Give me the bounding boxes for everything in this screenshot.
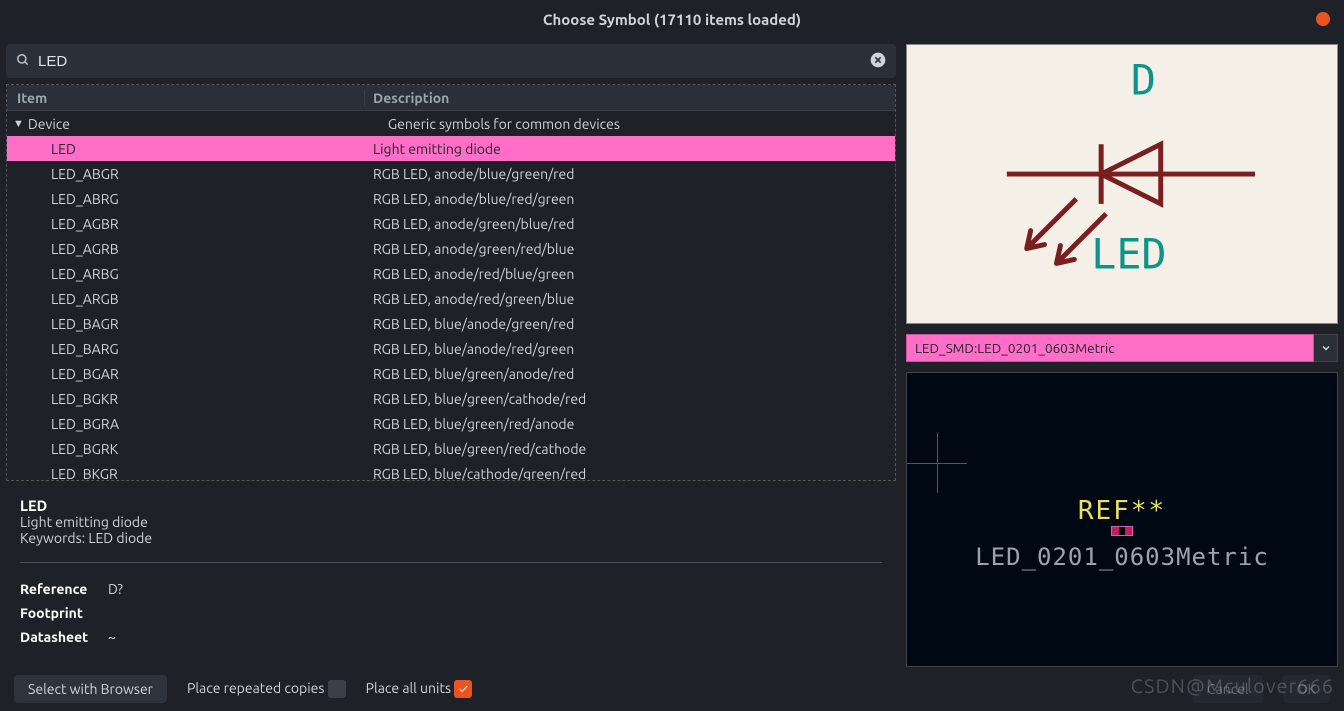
cancel-button[interactable]: Cancel: [1193, 675, 1263, 703]
item-desc: Light emitting diode: [365, 141, 895, 157]
list-item[interactable]: LED_BGRKRGB LED, blue/green/red/cathode: [7, 436, 895, 461]
category-desc: Generic symbols for common devices: [380, 116, 895, 132]
list-item[interactable]: LED_BGKRRGB LED, blue/green/cathode/red: [7, 386, 895, 411]
window-title: Choose Symbol (17110 items loaded): [543, 11, 801, 28]
item-desc: RGB LED, anode/green/blue/red: [365, 216, 895, 232]
expand-icon[interactable]: ▼: [13, 118, 24, 130]
details-panel: LED Light emitting diode Keywords: LED d…: [6, 487, 896, 667]
search-box[interactable]: [6, 44, 896, 78]
list-item[interactable]: LED_BKGRRGB LED, blue/cathode/green/red: [7, 461, 895, 480]
item-name: LED_BGKR: [7, 391, 365, 407]
column-description[interactable]: Description: [365, 90, 895, 106]
detail-subtitle: Light emitting diode: [20, 514, 882, 530]
item-desc: RGB LED, anode/green/red/blue: [365, 241, 895, 257]
reference-value: D?: [108, 581, 123, 597]
item-name: LED_BARG: [7, 341, 365, 357]
datasheet-value: ~: [108, 629, 116, 645]
list-item[interactable]: LED_ARGBRGB LED, anode/red/green/blue: [7, 286, 895, 311]
list-item[interactable]: LED_ABRGRGB LED, anode/blue/red/green: [7, 186, 895, 211]
list-item[interactable]: LED_ABGRRGB LED, anode/blue/green/red: [7, 161, 895, 186]
item-name: LED_ABGR: [7, 166, 365, 182]
chevron-down-icon[interactable]: [1314, 334, 1338, 362]
list-item[interactable]: LED_BAGRRGB LED, blue/anode/green/red: [7, 311, 895, 336]
item-name: LED_BAGR: [7, 316, 365, 332]
list-item[interactable]: LED_AGBRRGB LED, anode/green/blue/red: [7, 211, 895, 236]
symbol-label: LED: [1091, 229, 1166, 278]
item-desc: RGB LED, blue/green/anode/red: [365, 366, 895, 382]
select-with-browser-button[interactable]: Select with Browser: [14, 675, 167, 703]
item-desc: RGB LED, anode/red/blue/green: [365, 266, 895, 282]
footprint-ref: REF**: [1078, 496, 1166, 526]
detail-title: LED: [20, 497, 882, 514]
list-item[interactable]: LEDLight emitting diode: [7, 136, 895, 161]
item-desc: RGB LED, blue/green/cathode/red: [365, 391, 895, 407]
category-name: Device: [28, 116, 380, 132]
symbol-ref: D: [1131, 56, 1156, 105]
footprint-label: Footprint: [20, 605, 98, 621]
item-name: LED_BGAR: [7, 366, 365, 382]
item-name: LED_ABRG: [7, 191, 365, 207]
item-name: LED_BGRK: [7, 441, 365, 457]
list-item[interactable]: LED_AGRBRGB LED, anode/green/red/blue: [7, 236, 895, 261]
list-item[interactable]: LED_BGRARGB LED, blue/green/red/anode: [7, 411, 895, 436]
footprint-name: LED_0201_0603Metric: [975, 543, 1269, 571]
item-desc: RGB LED, anode/blue/red/green: [365, 191, 895, 207]
item-desc: RGB LED, blue/cathode/green/red: [365, 466, 895, 481]
item-desc: RGB LED, anode/red/green/blue: [365, 291, 895, 307]
footprint-pad-icon: [1111, 526, 1133, 536]
symbol-preview: D LED: [906, 44, 1338, 324]
detail-keywords: Keywords: LED diode: [20, 530, 882, 546]
item-desc: RGB LED, blue/green/red/anode: [365, 416, 895, 432]
search-input[interactable]: [38, 53, 862, 70]
item-name: LED_ARGB: [7, 291, 365, 307]
clear-icon[interactable]: [870, 52, 886, 71]
item-name: LED_BGRA: [7, 416, 365, 432]
symbol-table: Item Description ▼ DeviceGeneric symbols …: [6, 84, 896, 481]
divider: [20, 562, 882, 563]
column-item[interactable]: Item: [7, 90, 365, 106]
close-icon[interactable]: [1316, 12, 1330, 26]
reference-label: Reference: [20, 581, 98, 597]
footprint-select-value[interactable]: LED_SMD:LED_0201_0603Metric: [906, 334, 1314, 362]
item-desc: RGB LED, blue/anode/red/green: [365, 341, 895, 357]
list-item[interactable]: LED_BGARRGB LED, blue/green/anode/red: [7, 361, 895, 386]
list-item[interactable]: LED_BARGRGB LED, blue/anode/red/green: [7, 336, 895, 361]
item-name: LED_BKGR: [7, 466, 365, 481]
search-icon: [16, 53, 30, 70]
item-name: LED_AGBR: [7, 216, 365, 232]
checkbox-on-icon[interactable]: ✓: [454, 680, 472, 698]
footer: Select with Browser Place repeated copie…: [0, 667, 1344, 711]
category-row[interactable]: ▼ DeviceGeneric symbols for common device…: [7, 111, 895, 136]
place-repeated-checkbox[interactable]: Place repeated copies: [187, 680, 346, 698]
item-name: LED_AGRB: [7, 241, 365, 257]
ok-button[interactable]: OK: [1283, 675, 1330, 703]
datasheet-label: Datasheet: [20, 629, 98, 645]
item-name: LED: [7, 141, 365, 157]
list-item[interactable]: LED_ARBGRGB LED, anode/red/blue/green: [7, 261, 895, 286]
item-desc: RGB LED, blue/anode/green/red: [365, 316, 895, 332]
item-desc: RGB LED, anode/blue/green/red: [365, 166, 895, 182]
place-all-units-checkbox[interactable]: Place all units ✓: [366, 680, 473, 698]
item-name: LED_ARBG: [7, 266, 365, 282]
checkbox-off-icon[interactable]: [328, 680, 346, 698]
titlebar: Choose Symbol (17110 items loaded): [0, 0, 1344, 38]
footprint-preview: REF** LED_0201_0603Metric: [906, 372, 1338, 667]
item-desc: RGB LED, blue/green/red/cathode: [365, 441, 895, 457]
footprint-select[interactable]: LED_SMD:LED_0201_0603Metric: [906, 334, 1338, 362]
